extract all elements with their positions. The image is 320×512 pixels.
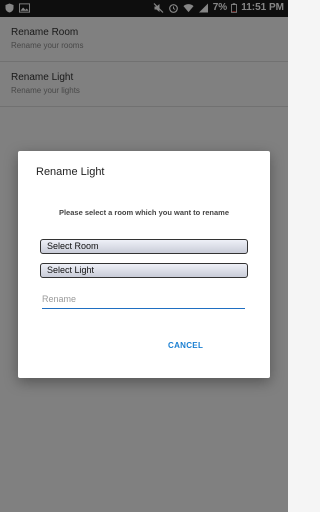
cancel-button[interactable]: CANCEL [168, 341, 203, 350]
select-light-button[interactable]: Select Light [40, 263, 248, 278]
dialog-title: Rename Light [36, 166, 105, 178]
rename-input[interactable] [42, 290, 245, 309]
rename-light-dialog: Rename Light Please select a room which … [18, 151, 270, 378]
dialog-message: Please select a room which you want to r… [58, 208, 230, 217]
select-room-button[interactable]: Select Room [40, 239, 248, 254]
